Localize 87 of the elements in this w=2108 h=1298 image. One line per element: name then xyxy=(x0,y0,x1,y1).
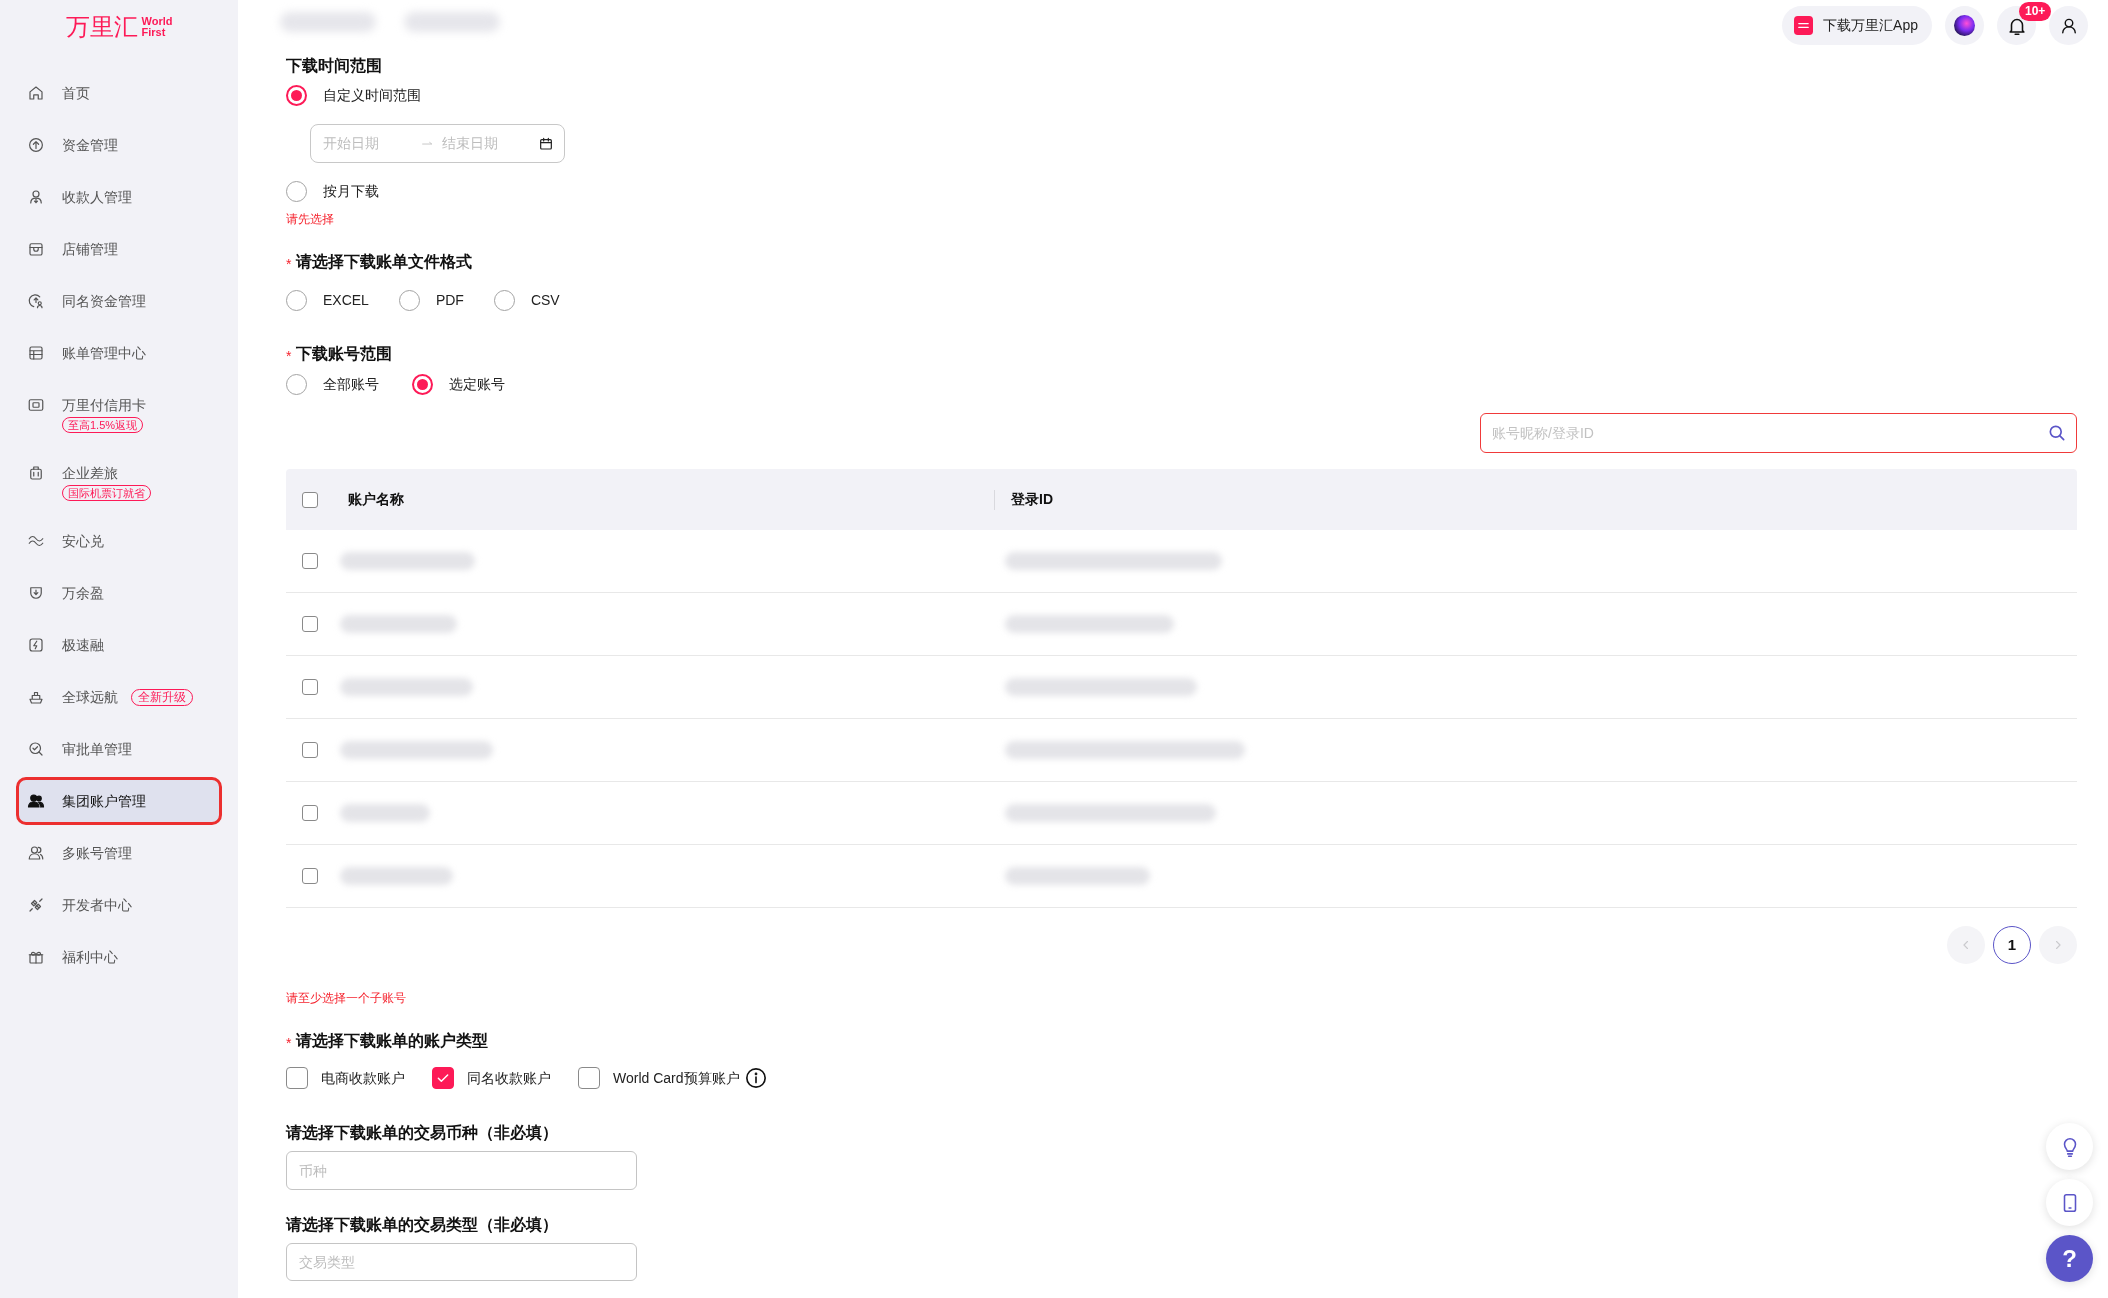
card-icon xyxy=(27,396,45,414)
app-logo-icon xyxy=(1794,16,1814,35)
section-title: 下载账号范围 xyxy=(296,344,393,364)
required-mark: * xyxy=(286,348,292,363)
radio-label: EXCEL xyxy=(323,290,369,310)
sidebar-item[interactable]: 首页 xyxy=(16,69,222,117)
profile-button[interactable] xyxy=(2049,6,2088,45)
checkbox-label: 同名收款账户 xyxy=(467,1068,551,1088)
sidebar-item[interactable]: 多账号管理 xyxy=(16,829,222,877)
checkbox[interactable] xyxy=(286,1067,308,1089)
checkbox[interactable] xyxy=(432,1067,454,1089)
orb-icon xyxy=(1954,15,1975,36)
checkbox[interactable] xyxy=(302,491,318,508)
search-icon xyxy=(2047,423,2067,443)
notification-badge: 10+ xyxy=(2019,2,2052,21)
app-download-button[interactable]: 下载万里汇App xyxy=(1782,6,1932,45)
sidebar-item[interactable]: 同名资金管理 xyxy=(16,277,222,325)
section-title: 请选择下载账单的账户类型 xyxy=(296,1031,489,1051)
device-button[interactable] xyxy=(2046,1179,2093,1226)
column-header: 账户名称 xyxy=(348,490,405,509)
radio-label: 自定义时间范围 xyxy=(323,85,421,105)
radio-label: 选定账号 xyxy=(449,374,505,394)
required-mark: * xyxy=(286,1035,292,1050)
money-user-icon xyxy=(27,292,45,310)
sidebar-item[interactable]: 账单管理中心 xyxy=(16,329,222,377)
section-title: 下载时间范围 xyxy=(286,56,382,76)
sidebar-item[interactable]: 福利中心 xyxy=(16,933,222,981)
sidebar-item[interactable]: 开发者中心 xyxy=(16,881,222,929)
store-icon xyxy=(27,240,45,258)
calendar-icon xyxy=(538,135,554,152)
search-check-icon xyxy=(27,740,45,758)
sidebar-item[interactable]: 审批单管理 xyxy=(16,725,222,773)
assistant-button[interactable] xyxy=(1945,6,1984,45)
home-icon xyxy=(27,84,45,102)
sidebar-item[interactable]: 极速融 xyxy=(16,621,222,669)
radio-button[interactable] xyxy=(286,84,307,106)
section-title: 请选择下载账单文件格式 xyxy=(296,252,473,272)
start-date-input[interactable]: 开始日期 xyxy=(323,133,413,154)
logo-text: 万里汇 xyxy=(65,14,138,40)
search-field[interactable]: 账号昵称/登录ID xyxy=(1480,413,2077,453)
required-mark: * xyxy=(286,256,292,271)
error-message: 请至少选择一个子账号 xyxy=(286,990,407,1007)
plug-icon xyxy=(27,896,45,914)
tips-button[interactable] xyxy=(2046,1123,2093,1170)
upload-circle-icon xyxy=(27,136,45,154)
radio-label: 全部账号 xyxy=(323,374,379,394)
sidebar-item[interactable]: 企业差旅 国际机票订就省 xyxy=(16,449,222,513)
sidebar-item[interactable]: 集团账户管理 xyxy=(16,777,222,825)
checkbox[interactable] xyxy=(302,742,318,758)
logo-subtext: World First xyxy=(141,16,173,38)
radio-label: PDF xyxy=(435,290,464,310)
lightning-icon xyxy=(27,636,45,654)
currency-input[interactable]: 币种 xyxy=(286,1151,637,1190)
column-header: 登录ID xyxy=(1011,490,1053,509)
users-icon xyxy=(27,792,45,810)
shield-download-icon xyxy=(27,584,45,602)
sidebar-item[interactable]: 店铺管理 xyxy=(16,225,222,273)
radio-label: 按月下载 xyxy=(323,181,379,201)
checkbox[interactable] xyxy=(302,868,318,884)
radio-button[interactable] xyxy=(412,373,433,395)
field-label: 请选择下载账单的交易币种（非必填） xyxy=(286,1123,559,1143)
user-download-icon xyxy=(27,188,45,206)
info-icon[interactable] xyxy=(744,1067,767,1089)
sidebar-item[interactable]: 安心兑 xyxy=(16,517,222,565)
page-button[interactable]: 1 xyxy=(1993,926,2031,964)
sidebar-item[interactable]: 资金管理 xyxy=(16,121,222,169)
error-message: 请先选择 xyxy=(286,211,335,228)
checkbox[interactable] xyxy=(302,553,318,569)
suitcase-icon xyxy=(27,464,45,482)
end-date-input[interactable]: 结束日期 xyxy=(442,133,532,154)
users-icon xyxy=(27,844,45,862)
checkbox-label: 电商收款账户 xyxy=(321,1068,405,1088)
help-button[interactable]: ? xyxy=(2046,1235,2093,1282)
ledger-icon xyxy=(27,344,45,362)
checkbox[interactable] xyxy=(578,1067,600,1089)
checkbox-label: World Card预算账户 xyxy=(613,1068,740,1088)
sidebar-item[interactable]: 万余盈 xyxy=(16,569,222,617)
radio-label: CSV xyxy=(530,290,560,310)
date-range-field[interactable]: 开始日期 结束日期 xyxy=(310,124,565,163)
checkbox[interactable] xyxy=(302,679,318,695)
sidebar-item[interactable]: 全球远航 全新升级 xyxy=(16,673,222,721)
field-label: 请选择下载账单的交易类型（非必填） xyxy=(286,1215,559,1235)
sidebar-item[interactable]: 收款人管理 xyxy=(16,173,222,221)
checkbox[interactable] xyxy=(302,805,318,821)
transaction-type-input[interactable]: 交易类型 xyxy=(286,1243,637,1281)
checkbox[interactable] xyxy=(302,616,318,632)
sidebar-item[interactable]: 万里付信用卡 至高1.5%返现 xyxy=(16,381,222,445)
